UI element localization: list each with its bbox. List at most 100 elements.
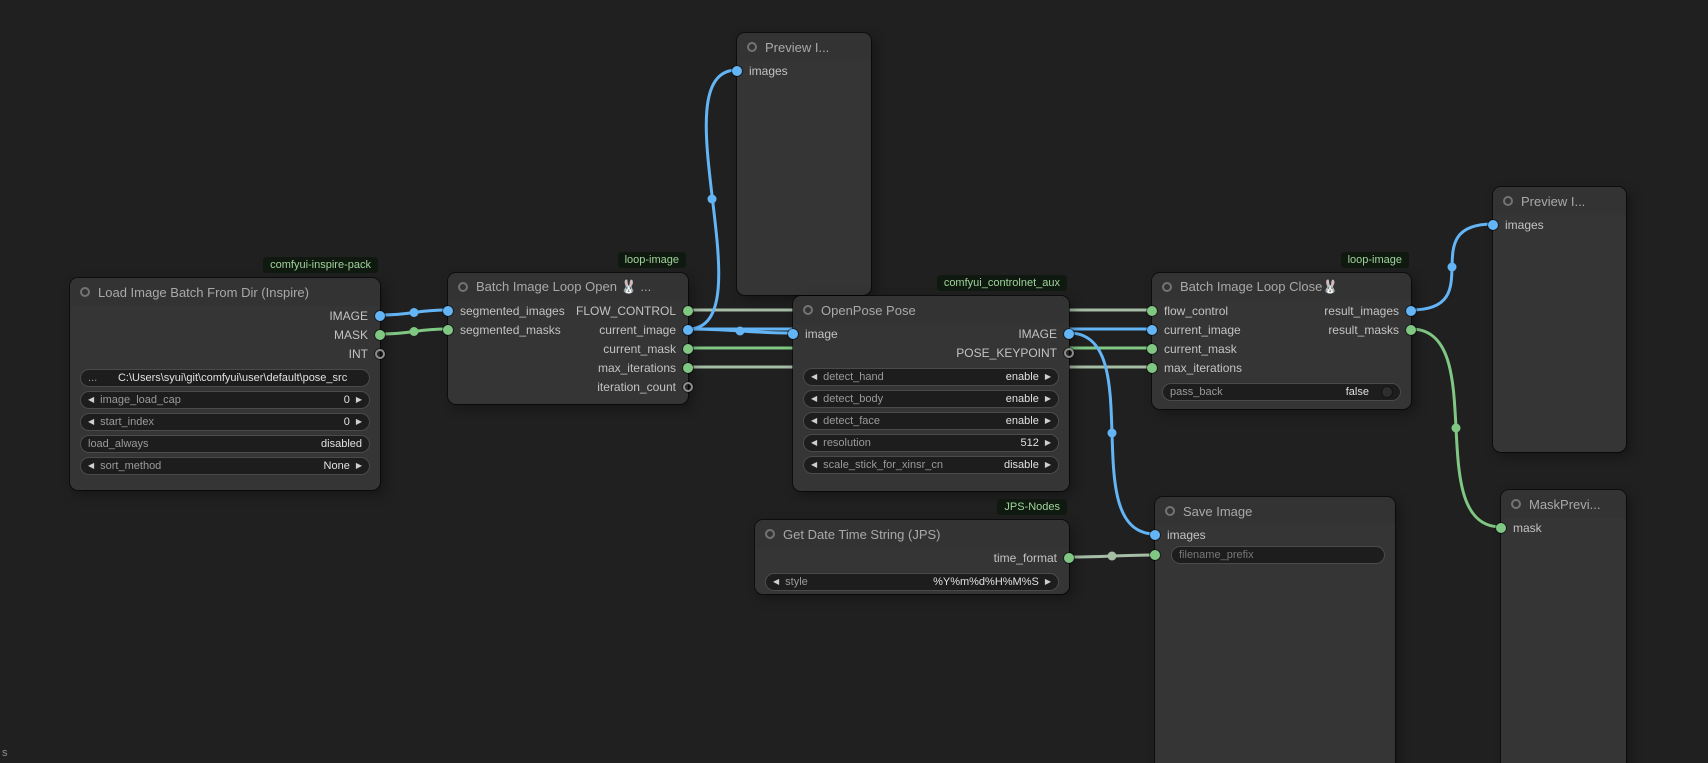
input-slot-flow-control[interactable]: flow_control — [1147, 304, 1228, 318]
node-save-image[interactable]: Save Image images filename_prefix — [1155, 497, 1395, 763]
input-dot[interactable] — [788, 329, 798, 339]
node-openpose-pose[interactable]: comfyui_controlnet_aux OpenPose Pose ima… — [793, 296, 1069, 491]
widget-pass-back[interactable]: pass_back false — [1162, 383, 1401, 401]
output-dot[interactable] — [1064, 348, 1074, 358]
input-dot[interactable] — [732, 66, 742, 76]
next-option-icon[interactable]: ▶ — [1045, 373, 1051, 381]
prev-option-icon[interactable]: ◀ — [811, 373, 817, 381]
increment-icon[interactable]: ▶ — [1045, 439, 1051, 447]
node-title-bar[interactable]: Load Image Batch From Dir (Inspire) — [70, 278, 380, 306]
input-dot[interactable] — [443, 325, 453, 335]
output-dot[interactable] — [683, 325, 693, 335]
widget-detect-body[interactable]: ◀ detect_body enable ▶ — [803, 390, 1059, 408]
output-dot[interactable] — [683, 344, 693, 354]
widget-filename-prefix[interactable]: filename_prefix — [1171, 546, 1385, 564]
input-dot[interactable] — [1150, 530, 1160, 540]
next-option-icon[interactable]: ▶ — [1045, 417, 1051, 425]
collapse-icon[interactable] — [1165, 506, 1175, 516]
increment-icon[interactable]: ▶ — [356, 418, 362, 426]
widget-image-load-cap[interactable]: ◀ image_load_cap 0 ▶ — [80, 391, 370, 409]
output-dot[interactable] — [683, 306, 693, 316]
widget-detect-face[interactable]: ◀ detect_face enable ▶ — [803, 412, 1059, 430]
collapse-icon[interactable] — [458, 282, 468, 292]
decrement-icon[interactable]: ◀ — [88, 396, 94, 404]
widget-resolution[interactable]: ◀ resolution 512 ▶ — [803, 434, 1059, 452]
output-dot[interactable] — [683, 363, 693, 373]
decrement-icon[interactable]: ◀ — [88, 418, 94, 426]
widget-start-index[interactable]: ◀ start_index 0 ▶ — [80, 413, 370, 431]
prev-option-icon[interactable]: ◀ — [811, 395, 817, 403]
widget-sort-method[interactable]: ◀ sort_method None ▶ — [80, 457, 370, 475]
node-title-bar[interactable]: Preview I... — [737, 33, 871, 61]
input-slot-segmented-images[interactable]: segmented_images — [443, 304, 565, 318]
input-slot-max-iterations[interactable]: max_iterations — [1147, 361, 1242, 375]
node-preview-image-right[interactable]: Preview I... images — [1493, 187, 1626, 452]
node-batch-loop-close[interactable]: loop-image Batch Image Loop Close🐰 flow_… — [1152, 273, 1411, 409]
node-title-bar[interactable]: Get Date Time String (JPS) — [755, 520, 1069, 548]
input-slot-image[interactable]: image — [788, 327, 838, 341]
next-option-icon[interactable]: ▶ — [1045, 461, 1051, 469]
prev-option-icon[interactable]: ◀ — [811, 417, 817, 425]
output-dot-mask[interactable] — [375, 330, 385, 340]
collapse-icon[interactable] — [803, 305, 813, 315]
prev-option-icon[interactable]: ◀ — [811, 461, 817, 469]
output-slot-image[interactable]: IMAGE — [1018, 327, 1074, 341]
output-slot-image[interactable]: IMAGE — [329, 309, 385, 323]
output-dot[interactable] — [1064, 329, 1074, 339]
node-load-image-batch[interactable]: comfyui-inspire-pack Load Image Batch Fr… — [70, 278, 380, 490]
prev-option-icon[interactable]: ◀ — [773, 578, 779, 586]
input-slot-images[interactable]: images — [1488, 218, 1544, 232]
output-slot-result-masks[interactable]: result_masks — [1328, 323, 1416, 337]
output-slot-iteration-count[interactable]: iteration_count — [597, 380, 693, 394]
input-slot-mask[interactable]: mask — [1496, 521, 1542, 535]
widget-load-always[interactable]: load_always disabled — [80, 435, 370, 453]
node-mask-preview[interactable]: MaskPrevi... mask — [1501, 490, 1626, 763]
decrement-icon[interactable]: ◀ — [88, 462, 94, 470]
input-dot[interactable] — [1147, 325, 1157, 335]
output-dot[interactable] — [1064, 553, 1074, 563]
widget-scale-stick[interactable]: ◀ scale_stick_for_xinsr_cn disable ▶ — [803, 456, 1059, 474]
node-title-bar[interactable]: OpenPose Pose — [793, 296, 1069, 324]
input-dot[interactable] — [1147, 344, 1157, 354]
output-slot-pose-keypoint[interactable]: POSE_KEYPOINT — [956, 346, 1074, 360]
output-slot-time-format[interactable]: time_format — [994, 551, 1074, 565]
output-slot-current-mask[interactable]: current_mask — [603, 342, 693, 356]
increment-icon[interactable]: ▶ — [356, 396, 362, 404]
output-dot[interactable] — [1406, 325, 1416, 335]
collapse-icon[interactable] — [765, 529, 775, 539]
next-option-icon[interactable]: ▶ — [1045, 395, 1051, 403]
output-slot-max-iterations[interactable]: max_iterations — [598, 361, 693, 375]
node-title-bar[interactable]: Batch Image Loop Close🐰 — [1152, 273, 1411, 301]
node-preview-image-top[interactable]: Preview I... images — [737, 33, 871, 295]
output-dot-int[interactable] — [375, 349, 385, 359]
input-dot[interactable] — [1147, 363, 1157, 373]
input-slot-images[interactable]: images — [1150, 528, 1206, 542]
node-graph-canvas[interactable]: comfyui-inspire-pack Load Image Batch Fr… — [0, 0, 1708, 763]
next-option-icon[interactable]: ▶ — [1045, 578, 1051, 586]
input-dot[interactable] — [1496, 523, 1506, 533]
collapse-icon[interactable] — [80, 287, 90, 297]
output-slot-mask[interactable]: MASK — [334, 328, 385, 342]
input-slot-current-image[interactable]: current_image — [1147, 323, 1241, 337]
output-dot[interactable] — [683, 382, 693, 392]
output-dot[interactable] — [1406, 306, 1416, 316]
input-dot[interactable] — [1488, 220, 1498, 230]
input-slot-current-mask[interactable]: current_mask — [1147, 342, 1237, 356]
collapse-icon[interactable] — [1162, 282, 1172, 292]
input-dot[interactable] — [1147, 306, 1157, 316]
node-title-bar[interactable]: Save Image — [1155, 497, 1395, 525]
input-dot[interactable] — [443, 306, 453, 316]
collapse-icon[interactable] — [1503, 196, 1513, 206]
node-get-datetime-string[interactable]: JPS-Nodes Get Date Time String (JPS) tim… — [755, 520, 1069, 594]
widget-detect-hand[interactable]: ◀ detect_hand enable ▶ — [803, 368, 1059, 386]
node-title-bar[interactable]: MaskPrevi... — [1501, 490, 1626, 518]
increment-icon[interactable]: ▶ — [356, 462, 362, 470]
output-dot-image[interactable] — [375, 311, 385, 321]
output-slot-result-images[interactable]: result_images — [1324, 304, 1416, 318]
output-slot-int[interactable]: INT — [349, 347, 385, 361]
input-dot-filename-prefix[interactable] — [1150, 550, 1160, 560]
node-title-bar[interactable]: Preview I... — [1493, 187, 1626, 215]
widget-style[interactable]: ◀ style %Y%m%d%H%M%S ▶ — [765, 573, 1059, 591]
input-slot-images[interactable]: images — [732, 64, 788, 78]
widget-directory[interactable]: ... C:\Users\syui\git\comfyui\user\defau… — [80, 369, 370, 387]
